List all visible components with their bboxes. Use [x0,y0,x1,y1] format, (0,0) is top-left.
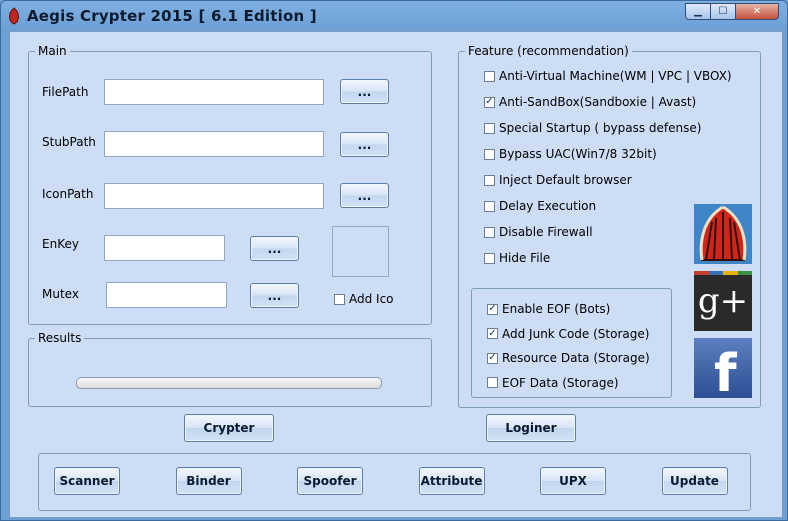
toolbar-binder-button[interactable]: Binder [175,467,242,495]
filepath-input[interactable] [104,79,324,105]
add-ico-checkbox[interactable]: Add Ico [334,292,394,306]
eof-option-0[interactable]: ✓ Enable EOF (Bots) [487,302,610,316]
feature-option-1[interactable]: ✓ Anti-SandBox(Sandboxie | Avast) [484,95,696,109]
client-area: Main FilePath ... StubPath ... IconPath … [9,31,783,518]
maximize-button[interactable]: ☐ [710,3,736,20]
mutex-generate-button[interactable]: ... [250,283,299,308]
stubpath-browse-button[interactable]: ... [340,132,389,157]
feature-option-label: Special Startup ( bypass defense) [499,121,702,135]
feature-option-3[interactable]: Bypass UAC(Win7/8 32bit) [484,147,657,161]
checkbox-box[interactable] [487,377,498,388]
feature-option-4[interactable]: Inject Default browser [484,173,632,187]
toolbar-upx-button[interactable]: UPX [540,467,606,495]
eof-option-label: Add Junk Code (Storage) [502,326,650,341]
mutex-label: Mutex [42,287,79,301]
progress-bar [76,377,382,389]
results-group-title: Results [35,331,85,345]
feature-option-7[interactable]: Hide File [484,251,550,265]
crypter-button[interactable]: Crypter [184,414,274,442]
checkbox-box[interactable] [484,252,495,264]
feature-option-label: Anti-SandBox(Sandboxie | Avast) [499,95,697,109]
main-groupbox: Main FilePath ... StubPath ... IconPath … [28,44,432,325]
feature-groupbox: Feature (recommendation) Anti-Virtual Ma… [458,44,761,408]
feature-option-5[interactable]: Delay Execution [484,199,596,213]
filepath-label: FilePath [42,85,89,99]
enkey-input[interactable] [104,235,225,261]
toolbar-scanner-button[interactable]: Scanner [54,467,120,495]
feature-option-label: Anti-Virtual Machine(WM | VPC | VBOX) [499,69,732,83]
icon-preview-box [332,226,389,277]
iconpath-input[interactable] [104,183,324,209]
checkbox-box[interactable]: ✓ [487,352,498,364]
stubpath-label: StubPath [42,135,96,149]
feature-option-0[interactable]: Anti-Virtual Machine(WM | VPC | VBOX) [484,69,732,83]
window-title: Aegis Crypter 2015 [ 6.1 Edition ] [27,7,317,25]
google-plus-link[interactable]: g+ [694,271,752,331]
stubpath-input[interactable] [104,131,324,157]
toolbar-attribute-button[interactable]: Attribute [418,467,485,495]
aegis-logo[interactable] [694,204,752,264]
close-button[interactable]: ✕ [735,3,779,20]
eof-option-3[interactable]: EOF Data (Storage) [487,376,619,390]
checkbox-box[interactable]: ✓ [487,303,498,315]
checkbox-box[interactable] [484,174,495,186]
checkbox-box[interactable]: ✓ [484,96,495,108]
checkbox-box[interactable]: ✓ [487,328,498,339]
iconpath-browse-button[interactable]: ... [340,183,389,208]
feature-option-label: Bypass UAC(Win7/8 32bit) [499,147,657,161]
feature-group-title: Feature (recommendation) [465,44,632,58]
google-plus-icon: g+ [697,281,749,321]
window-controls: ▁ ☐ ✕ [685,3,779,20]
checkbox-box[interactable] [484,226,495,238]
feature-option-label: Delay Execution [499,199,597,213]
feature-option-6[interactable]: Disable Firewall [484,225,593,239]
feature-option-label: Disable Firewall [499,225,593,239]
facebook-link[interactable]: f [694,338,752,398]
add-ico-label: Add Ico [349,292,394,306]
main-group-title: Main [35,44,70,58]
eof-option-label: Enable EOF (Bots) [502,302,611,316]
feature-option-label: Inject Default browser [499,173,632,187]
toolbar-update-button[interactable]: Update [661,467,728,495]
eof-option-2[interactable]: ✓ Resource Data (Storage) [487,351,650,365]
aegis-shield-icon [694,204,752,264]
bottom-toolbar: Scanner Binder Spoofer Attribute UPX Update [38,453,751,511]
feature-option-2[interactable]: Special Startup ( bypass defense) [484,121,701,135]
eof-option-label: EOF Data (Storage) [502,375,619,390]
facebook-icon: f [714,344,737,398]
feature-option-label: Hide File [499,251,551,265]
toolbar-spoofer-button[interactable]: Spoofer [297,467,363,495]
eof-option-1[interactable]: ✓ Add Junk Code (Storage) [487,327,649,341]
title-bar[interactable]: Aegis Crypter 2015 [ 6.1 Edition ] ▁ ☐ ✕ [1,1,787,31]
checkbox-box[interactable] [484,70,495,82]
results-groupbox: Results [28,331,432,407]
eof-groupbox: ✓ Enable EOF (Bots) ✓ Add Junk Code (Storag… [471,288,672,398]
iconpath-label: IconPath [42,187,94,201]
mutex-input[interactable] [106,282,227,308]
filepath-browse-button[interactable]: ... [340,79,389,104]
loginer-button[interactable]: Loginer [486,414,576,442]
checkbox-box[interactable] [484,122,495,134]
minimize-button[interactable]: ▁ [685,3,711,20]
app-logo-icon [9,7,19,25]
checkbox-box[interactable] [484,148,495,160]
checkbox-box[interactable] [484,200,495,212]
eof-option-label: Resource Data (Storage) [502,351,650,365]
checkbox-box[interactable] [334,293,345,305]
app-window: Aegis Crypter 2015 [ 6.1 Edition ] ▁ ☐ ✕… [0,0,788,521]
enkey-generate-button[interactable]: ... [250,236,299,261]
enkey-label: EnKey [42,237,79,251]
